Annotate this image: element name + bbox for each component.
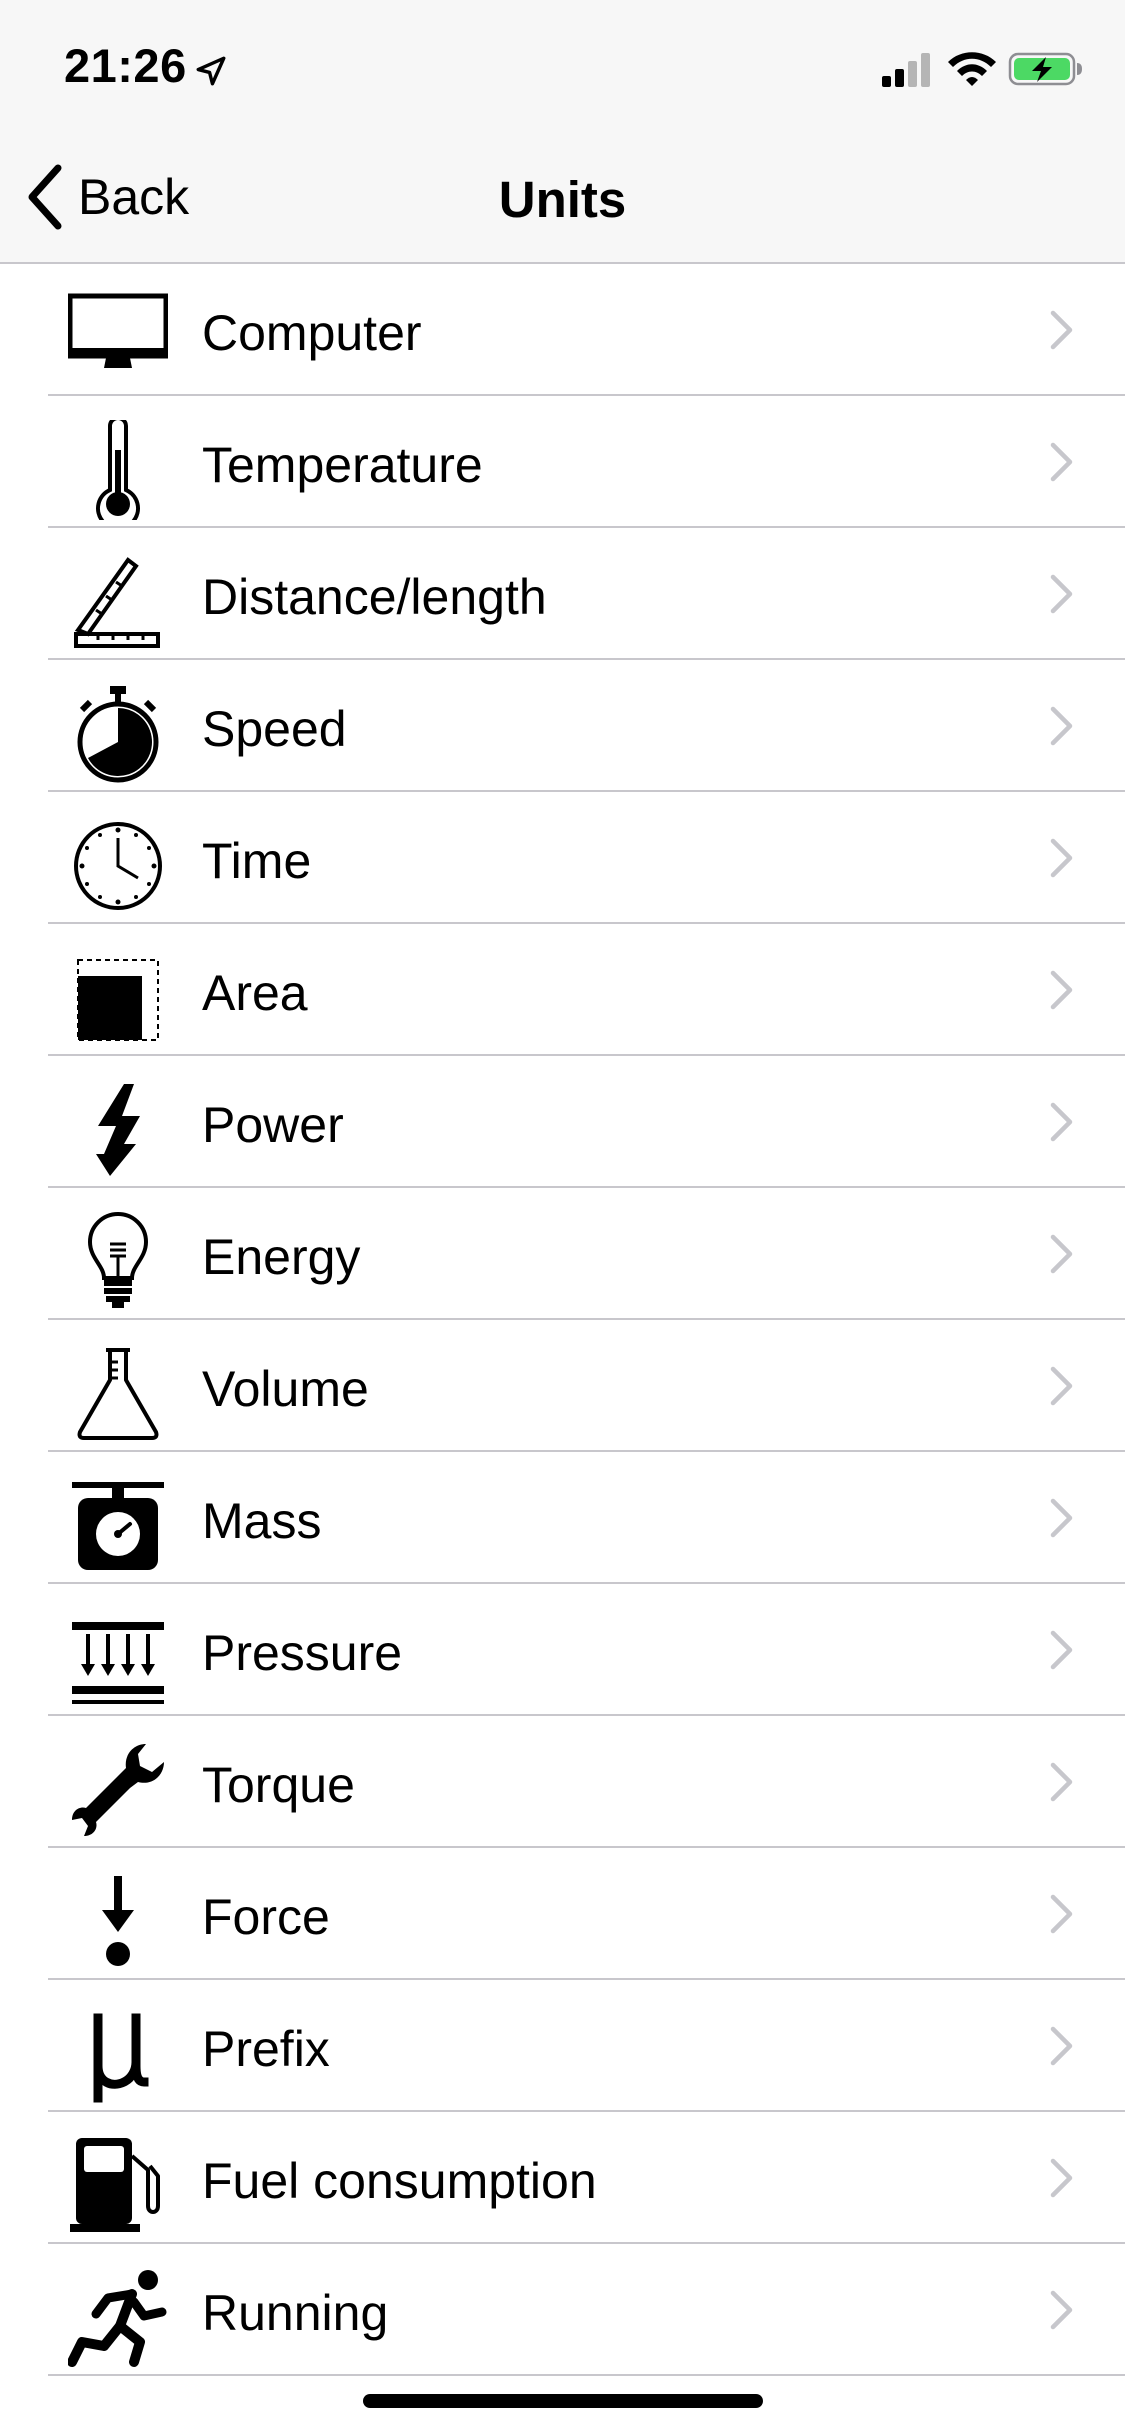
list-item-torque[interactable]: Torque	[0, 1716, 1125, 1848]
mu-icon	[93, 2013, 149, 2103]
list-item-speed[interactable]: Speed	[0, 660, 1125, 792]
status-time: 21:26	[64, 39, 187, 92]
list-item-pressure[interactable]: Pressure	[0, 1584, 1125, 1716]
list-item-computer[interactable]: Computer	[0, 264, 1125, 396]
list-item-area[interactable]: Area	[0, 924, 1125, 1056]
chevron-right-icon	[1050, 1102, 1073, 1142]
lightning-icon	[96, 1084, 140, 1176]
lightbulb-icon	[87, 1212, 149, 1308]
chevron-right-icon	[1050, 838, 1073, 878]
page-title: Units	[498, 171, 627, 228]
list-item-temperature[interactable]: Temperature	[0, 396, 1125, 528]
chevron-right-icon	[1050, 2158, 1073, 2198]
scale-icon	[72, 1482, 164, 1570]
list-item-time[interactable]: Time	[0, 792, 1125, 924]
list-item-label: Area	[202, 965, 308, 1021]
flask-icon	[77, 1348, 159, 1440]
chevron-right-icon	[1050, 574, 1073, 614]
ruler-icon	[74, 557, 160, 648]
home-indicator[interactable]	[363, 2394, 763, 2408]
wifi-icon	[948, 52, 996, 86]
list-item-energy[interactable]: Energy	[0, 1188, 1125, 1320]
location-arrow-icon	[196, 56, 226, 86]
computer-icon	[68, 293, 168, 368]
pressure-icon	[72, 1622, 164, 1704]
list-item-label: Distance/length	[202, 569, 547, 625]
list-item-label: Prefix	[202, 2021, 330, 2077]
list-item-fuel-consumption[interactable]: Fuel consumption	[0, 2112, 1125, 2244]
list-item-label: Pressure	[202, 1625, 403, 1681]
list-item-label: Fuel consumption	[202, 2153, 597, 2209]
clock-icon	[74, 822, 162, 910]
list-item-distance-length[interactable]: Distance/length	[0, 528, 1125, 660]
list-item-volume[interactable]: Volume	[0, 1320, 1125, 1452]
chevron-right-icon	[1050, 706, 1073, 746]
chevron-right-icon	[1050, 2290, 1073, 2330]
force-icon	[102, 1876, 134, 1966]
fuel-pump-icon	[70, 2138, 160, 2232]
list-item-label: Time	[202, 833, 312, 889]
list-item-label: Running	[202, 2285, 389, 2341]
chevron-right-icon	[1050, 1894, 1073, 1934]
list-item-mass[interactable]: Mass	[0, 1452, 1125, 1584]
list-item-label: Mass	[202, 1493, 322, 1549]
units-list: Computer Temperature Distance/length Spe…	[0, 264, 1125, 2376]
thermometer-icon	[96, 420, 140, 520]
chevron-right-icon	[1050, 1234, 1073, 1274]
list-item-prefix[interactable]: Prefix	[0, 1980, 1125, 2112]
chevron-right-icon	[1050, 442, 1073, 482]
list-item-label: Power	[202, 1097, 344, 1153]
chevron-right-icon	[1050, 1630, 1073, 1670]
chevron-right-icon	[1050, 1498, 1073, 1538]
chevron-right-icon	[1050, 1366, 1073, 1406]
chevron-right-icon	[1050, 2026, 1073, 2066]
list-item-label: Speed	[202, 701, 347, 757]
list-item-label: Computer	[202, 305, 422, 361]
area-icon	[77, 959, 159, 1041]
list-item-power[interactable]: Power	[0, 1056, 1125, 1188]
stopwatch-icon	[77, 686, 159, 783]
list-item-label: Volume	[202, 1361, 369, 1417]
runner-icon	[68, 2270, 167, 2367]
list-item-label: Torque	[202, 1757, 355, 1813]
status-bar: 21:26	[0, 0, 1125, 132]
list-item-label: Energy	[202, 1229, 361, 1285]
list-item-label: Force	[202, 1889, 330, 1945]
wrench-icon	[72, 1744, 164, 1836]
cellular-signal-icon	[882, 53, 930, 87]
list-item-running[interactable]: Running	[0, 2244, 1125, 2376]
list-item-force[interactable]: Force	[0, 1848, 1125, 1980]
chevron-right-icon	[1050, 1762, 1073, 1802]
list-item-label: Temperature	[202, 437, 483, 493]
chevron-right-icon	[1050, 310, 1073, 350]
navigation-bar: Back Units	[0, 132, 1125, 264]
chevron-right-icon	[1050, 970, 1073, 1010]
battery-charging-icon	[1008, 52, 1082, 86]
